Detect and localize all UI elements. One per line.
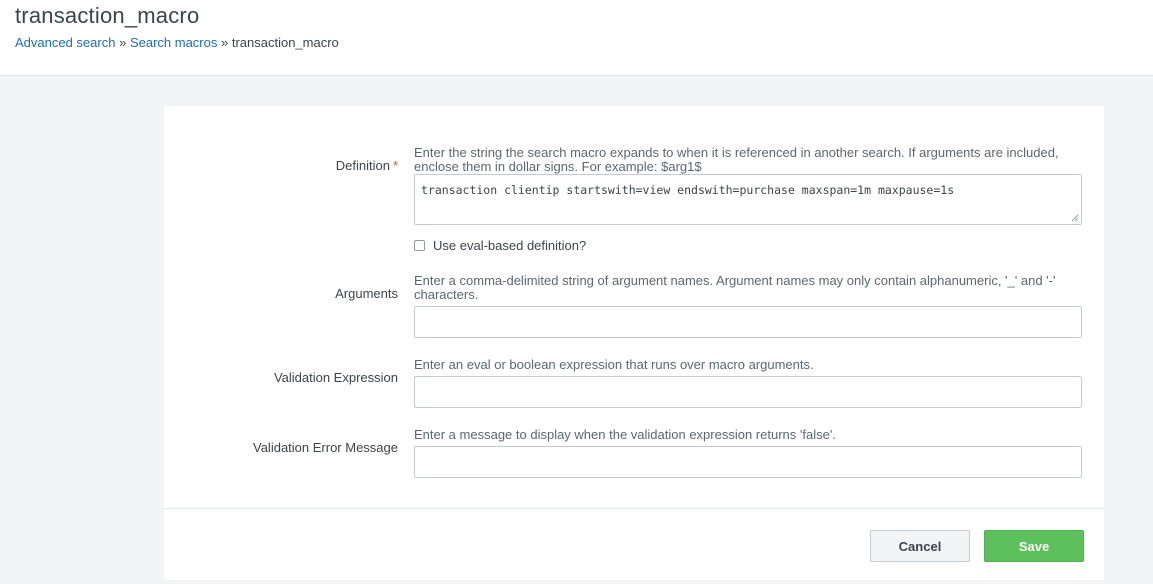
- validation-error-message-input[interactable]: [414, 446, 1082, 478]
- resize-handle-icon[interactable]: [1071, 214, 1079, 222]
- validation-expression-help: Enter an eval or boolean expression that…: [414, 357, 814, 372]
- form-footer: Cancel Save: [164, 508, 1104, 581]
- eval-checkbox[interactable]: [414, 240, 425, 251]
- validation-error-message-help: Enter a message to display when the vali…: [414, 427, 836, 442]
- save-button[interactable]: Save: [984, 530, 1084, 562]
- arguments-help: Enter a comma-delimited string of argume…: [414, 273, 1056, 302]
- breadcrumb-separator: »: [119, 35, 127, 50]
- page-header: transaction_macro Advanced search » Sear…: [0, 0, 1153, 76]
- definition-label-text: Definition: [335, 158, 390, 173]
- eval-checkbox-label: Use eval-based definition?: [433, 238, 587, 253]
- required-marker: *: [392, 158, 398, 173]
- cancel-button[interactable]: Cancel: [870, 530, 970, 562]
- validation-expression-input[interactable]: [414, 376, 1082, 408]
- arguments-input[interactable]: [414, 306, 1082, 338]
- breadcrumb: Advanced search » Search macros » transa…: [15, 35, 339, 50]
- definition-textarea[interactable]: transaction clientip startswith=view end…: [414, 174, 1082, 225]
- definition-value: transaction clientip startswith=view end…: [421, 183, 955, 197]
- page-title: transaction_macro: [15, 3, 200, 28]
- definition-label: Definition *: [164, 158, 398, 173]
- arguments-label: Arguments: [335, 286, 398, 301]
- breadcrumb-advanced-search[interactable]: Advanced search: [15, 35, 115, 50]
- breadcrumb-search-macros[interactable]: Search macros: [130, 35, 217, 50]
- definition-help: Enter the string the search macro expand…: [414, 145, 1059, 174]
- eval-checkbox-row[interactable]: Use eval-based definition?: [414, 238, 586, 253]
- macro-form-panel: Definition * Enter the string the search …: [164, 106, 1104, 580]
- breadcrumb-current: transaction_macro: [231, 35, 339, 50]
- validation-expression-label: Validation Expression: [273, 370, 398, 385]
- breadcrumb-separator: »: [220, 35, 229, 50]
- validation-error-message-label: Validation Error Message: [253, 440, 398, 455]
